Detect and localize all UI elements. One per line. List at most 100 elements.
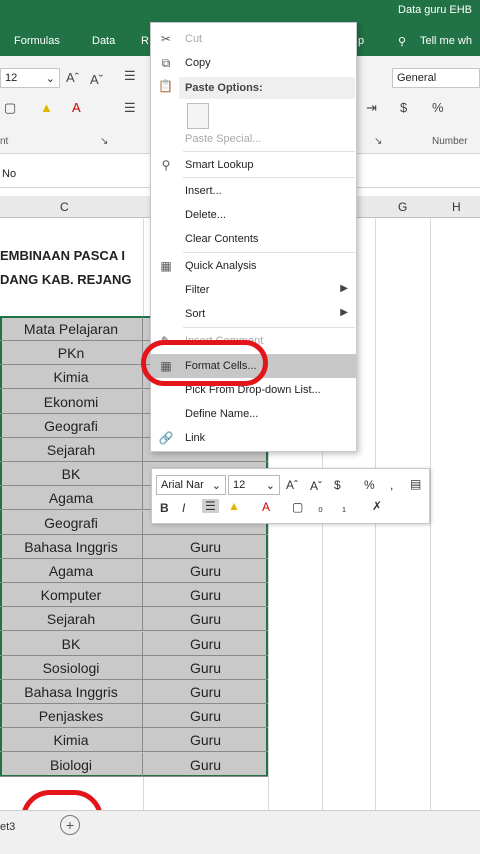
percent-style-icon[interactable]: % xyxy=(364,478,375,492)
center-align-icon[interactable]: ☰ xyxy=(202,499,219,513)
border-icon[interactable]: ▢ xyxy=(4,100,16,116)
cell-subject[interactable]: Bahasa Inggris xyxy=(0,534,143,559)
border-icon[interactable]: ▢ xyxy=(292,500,303,514)
increase-decimal-icon[interactable]: ₀ xyxy=(318,500,323,514)
table-row[interactable]: Bahasa Inggris Guru xyxy=(0,534,268,559)
table-row[interactable]: Agama Guru xyxy=(0,559,268,583)
accounting-format-icon[interactable]: $ xyxy=(334,478,341,492)
clear-format-icon[interactable]: ✗ xyxy=(372,499,382,513)
tell-me-box[interactable]: Tell me wh xyxy=(420,35,472,47)
alignment-dialog-launcher-icon[interactable]: ↘ xyxy=(374,136,382,147)
cell-subject[interactable]: Ekonomi xyxy=(0,389,143,414)
menu-item-delete[interactable]: Delete... xyxy=(151,203,356,227)
menu-separator xyxy=(183,151,355,152)
cell-subject[interactable]: Kimia xyxy=(0,728,143,753)
cell-subject[interactable]: Biologi xyxy=(0,752,143,777)
paste-clipboard-icon[interactable] xyxy=(187,103,209,129)
table-row[interactable]: BK Guru xyxy=(0,631,268,656)
cell-role[interactable]: Guru xyxy=(143,704,268,728)
menu-item-paste-special[interactable]: Paste Special... xyxy=(151,127,356,151)
menu-item-link[interactable]: 🔗 Link xyxy=(151,426,356,450)
cell-subject[interactable]: Geografi xyxy=(0,413,143,438)
group-label-number: Number xyxy=(432,136,468,147)
cell-role[interactable]: Guru xyxy=(143,559,268,583)
cell-subject[interactable]: Geografi xyxy=(0,510,143,535)
comma-style-icon[interactable]: , xyxy=(390,478,393,492)
cell-subject[interactable]: Sejarah xyxy=(0,438,143,462)
cell-subject[interactable]: BK xyxy=(0,462,143,487)
cell-role[interactable]: Guru xyxy=(143,753,268,777)
cell-role[interactable]: Guru xyxy=(143,535,268,559)
add-sheet-icon[interactable]: + xyxy=(60,815,80,835)
sheet-tab[interactable]: et3 xyxy=(0,821,15,833)
column-header-c[interactable]: C xyxy=(60,200,69,214)
cell-role[interactable]: Guru xyxy=(143,656,268,680)
currency-icon[interactable]: $ xyxy=(400,100,407,115)
table-row[interactable]: Sejarah Guru xyxy=(0,607,268,632)
grow-font-icon[interactable]: Aˆ xyxy=(66,70,79,85)
tab-help-partial[interactable]: p xyxy=(358,35,364,47)
font-color-icon[interactable]: A xyxy=(72,100,81,115)
cell-subject[interactable]: PKn xyxy=(0,341,143,366)
cell-role[interactable]: Guru xyxy=(143,680,268,704)
fill-color-icon[interactable]: ▲ xyxy=(40,100,53,115)
menu-item-insert[interactable]: Insert... xyxy=(151,179,356,203)
mini-font-size-box[interactable]: 12 ⌄ xyxy=(228,475,280,495)
cell-subject[interactable]: Bahasa Inggris xyxy=(0,680,143,704)
column-header-g[interactable]: G xyxy=(398,200,407,214)
cell-subject[interactable]: BK xyxy=(0,631,143,656)
table-row[interactable]: Komputer Guru xyxy=(0,583,268,608)
cell-subject[interactable]: Agama xyxy=(0,486,143,511)
menu-separator xyxy=(183,252,355,253)
table-row[interactable]: Penjaskes Guru xyxy=(0,704,268,729)
number-format-box[interactable]: General xyxy=(392,68,480,88)
format-painter-icon[interactable]: ▤ xyxy=(410,477,421,491)
cell-role[interactable]: Guru xyxy=(143,607,268,631)
align-top-icon[interactable]: ☰ xyxy=(124,68,136,84)
menu-item-define-name[interactable]: Define Name... xyxy=(151,402,356,426)
menu-item-filter[interactable]: Filter ▶ xyxy=(151,278,356,302)
menu-item-copy[interactable]: ⧉ Copy xyxy=(151,51,356,75)
menu-separator xyxy=(183,327,355,328)
tell-me-icon[interactable]: ⚲ xyxy=(398,35,406,48)
bold-button[interactable]: B xyxy=(160,501,169,515)
menu-item-cut[interactable]: ✂ Cut xyxy=(151,27,356,51)
percent-icon[interactable]: % xyxy=(432,100,444,115)
cell-subject[interactable]: Sejarah xyxy=(0,607,143,632)
cell-subject[interactable]: Agama xyxy=(0,559,143,583)
shrink-font-icon[interactable]: Aˇ xyxy=(310,479,322,493)
mini-font-name-box[interactable]: Arial Nar ⌄ xyxy=(156,475,226,495)
menu-item-smart-lookup[interactable]: ⚲ Smart Lookup xyxy=(151,153,356,177)
table-row[interactable]: Sosiologi Guru xyxy=(0,655,268,680)
tab-data[interactable]: Data xyxy=(92,35,115,47)
quick-analysis-icon: ▦ xyxy=(160,259,172,273)
menu-item-clear-contents[interactable]: Clear Contents xyxy=(151,227,356,251)
align-left-icon[interactable]: ☰ xyxy=(124,100,136,116)
fill-color-icon[interactable]: ▲ xyxy=(228,499,240,513)
tab-review-partial[interactable]: R xyxy=(141,35,149,47)
font-size-box[interactable]: 12 ⌄ xyxy=(0,68,60,88)
cell-role[interactable]: Guru xyxy=(143,583,268,607)
menu-item-quick-analysis[interactable]: ▦ Quick Analysis xyxy=(151,254,356,278)
cell-subject[interactable]: Penjaskes xyxy=(0,704,143,729)
decrease-decimal-icon[interactable]: ₁ xyxy=(342,500,346,514)
cell-role[interactable]: Guru xyxy=(143,728,268,752)
shrink-font-icon[interactable]: Aˇ xyxy=(90,72,103,87)
wrap-icon[interactable]: ⇥ xyxy=(366,100,377,116)
cell-role[interactable]: Guru xyxy=(143,632,268,656)
cell-subject[interactable]: Kimia xyxy=(0,365,143,390)
grow-font-icon[interactable]: Aˆ xyxy=(286,478,298,492)
cell-subject[interactable]: Komputer xyxy=(0,583,143,608)
italic-button[interactable]: I xyxy=(182,501,185,515)
table-row[interactable]: Biologi Guru xyxy=(0,752,268,777)
table-row[interactable]: Bahasa Inggris Guru xyxy=(0,680,268,704)
paste-icon: 📋 xyxy=(158,79,173,93)
font-color-icon[interactable]: A xyxy=(262,500,270,514)
cell-subject[interactable]: Sosiologi xyxy=(0,655,143,680)
menu-item-sort[interactable]: Sort ▶ xyxy=(151,302,356,326)
tab-formulas[interactable]: Formulas xyxy=(14,35,60,47)
cell-subject[interactable]: Mata Pelajaran xyxy=(0,317,143,341)
column-header-h[interactable]: H xyxy=(452,200,461,214)
font-dialog-launcher-icon[interactable]: ↘ xyxy=(100,136,108,147)
table-row[interactable]: Kimia Guru xyxy=(0,728,268,753)
